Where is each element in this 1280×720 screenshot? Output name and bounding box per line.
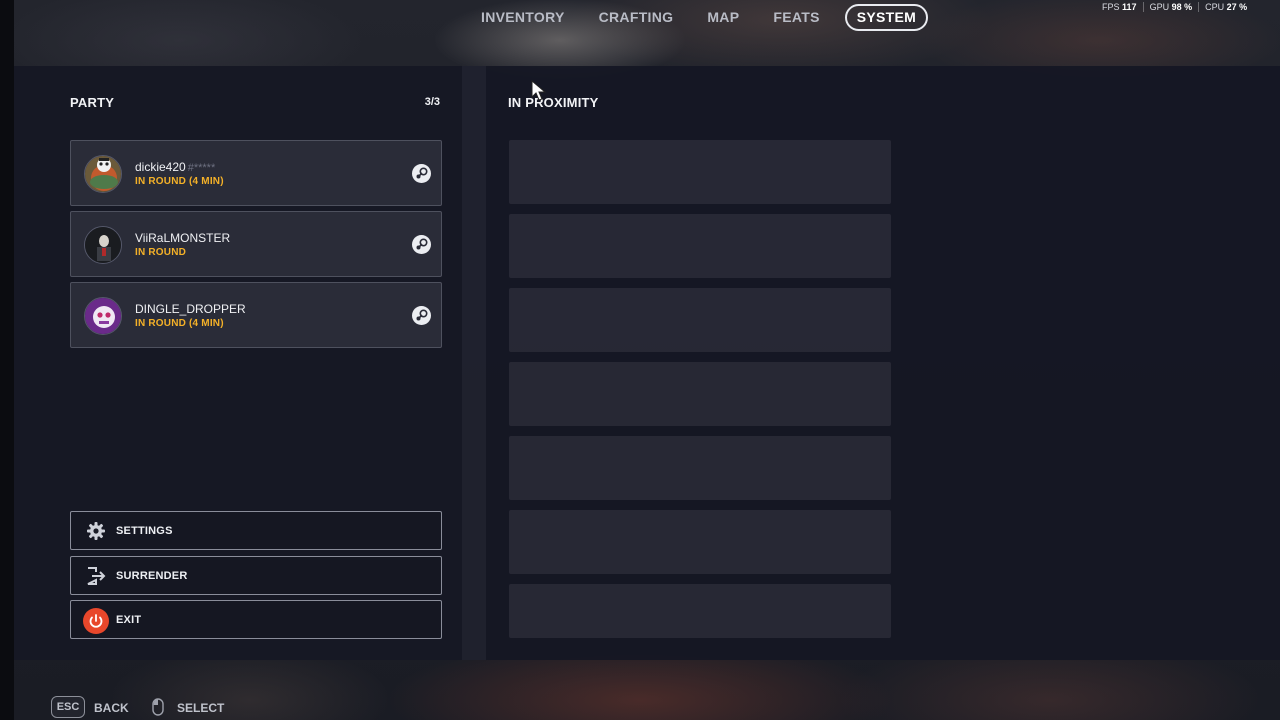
top-nav: INVENTORY CRAFTING MAP FEATS SYSTEM xyxy=(468,4,929,31)
select-hint[interactable]: SELECT xyxy=(177,701,224,715)
tab-feats[interactable]: FEATS xyxy=(760,4,832,31)
member-name: ViiRaLMONSTER xyxy=(135,231,232,245)
cpu-stat: CPU 27 % xyxy=(1198,2,1253,12)
proximity-slot xyxy=(509,436,891,500)
tab-crafting[interactable]: CRAFTING xyxy=(586,4,687,31)
proximity-title: IN PROXIMITY xyxy=(508,95,599,110)
member-name: dickie420 #***** xyxy=(135,160,215,174)
settings-label: SETTINGS xyxy=(116,525,173,537)
panel-divider xyxy=(462,66,486,660)
tab-map[interactable]: MAP xyxy=(694,4,752,31)
mouse-cursor-icon xyxy=(531,79,547,102)
gpu-value: 98 % xyxy=(1171,2,1193,12)
settings-button[interactable]: SETTINGS xyxy=(70,511,442,550)
member-status: IN ROUND (4 MIN) xyxy=(135,176,224,187)
party-member-card[interactable]: dickie420 #***** IN ROUND (4 MIN) xyxy=(70,140,442,206)
surrender-button[interactable]: SURRENDER xyxy=(70,556,442,595)
surrender-label: SURRENDER xyxy=(116,570,188,582)
back-hint[interactable]: BACK xyxy=(94,701,129,715)
member-name-text: ViiRaLMONSTER xyxy=(135,231,231,245)
avatar xyxy=(84,226,122,264)
tab-system[interactable]: SYSTEM xyxy=(844,4,929,31)
proximity-slot xyxy=(509,214,891,278)
power-icon xyxy=(83,608,109,634)
avatar xyxy=(84,155,122,193)
fps-value: 117 xyxy=(1122,2,1137,12)
cpu-label: CPU xyxy=(1205,2,1225,12)
party-member-card[interactable]: DINGLE_DROPPER IN ROUND (4 MIN) xyxy=(70,282,442,348)
member-status: IN ROUND (4 MIN) xyxy=(135,318,224,329)
party-title: PARTY xyxy=(70,95,115,110)
member-name-text: DINGLE_DROPPER xyxy=(135,302,246,316)
member-status: IN ROUND xyxy=(135,247,187,258)
exit-label: EXIT xyxy=(116,614,142,626)
proximity-slot xyxy=(509,140,891,204)
tab-inventory[interactable]: INVENTORY xyxy=(468,4,578,31)
exit-door-icon xyxy=(85,565,107,587)
proximity-slot xyxy=(509,584,891,638)
proximity-slot xyxy=(509,510,891,574)
screen-edge xyxy=(0,0,14,720)
member-name: DINGLE_DROPPER xyxy=(135,302,248,316)
member-name-text: dickie420 xyxy=(135,160,186,174)
esc-key-icon[interactable]: ESC xyxy=(51,696,85,718)
exit-button[interactable]: EXIT xyxy=(70,600,442,639)
gear-icon xyxy=(85,520,107,542)
steam-icon[interactable] xyxy=(412,306,431,325)
proximity-slot xyxy=(509,362,891,426)
steam-icon[interactable] xyxy=(412,164,431,183)
cpu-value: 27 % xyxy=(1226,2,1248,12)
steam-icon[interactable] xyxy=(412,235,431,254)
avatar xyxy=(84,297,122,335)
member-tag: #***** xyxy=(187,162,216,174)
gpu-stat: GPU 98 % xyxy=(1142,2,1199,12)
fps-label: FPS xyxy=(1102,2,1120,12)
party-member-card[interactable]: ViiRaLMONSTER IN ROUND xyxy=(70,211,442,277)
party-count: 3/3 xyxy=(424,96,440,108)
proximity-slot xyxy=(509,288,891,352)
fps-stat: FPS 117 xyxy=(1094,2,1143,12)
mouse-icon xyxy=(152,698,164,716)
gpu-label: GPU xyxy=(1149,2,1170,12)
performance-stats: FPS 117 GPU 98 % CPU 27 % xyxy=(1094,0,1280,14)
